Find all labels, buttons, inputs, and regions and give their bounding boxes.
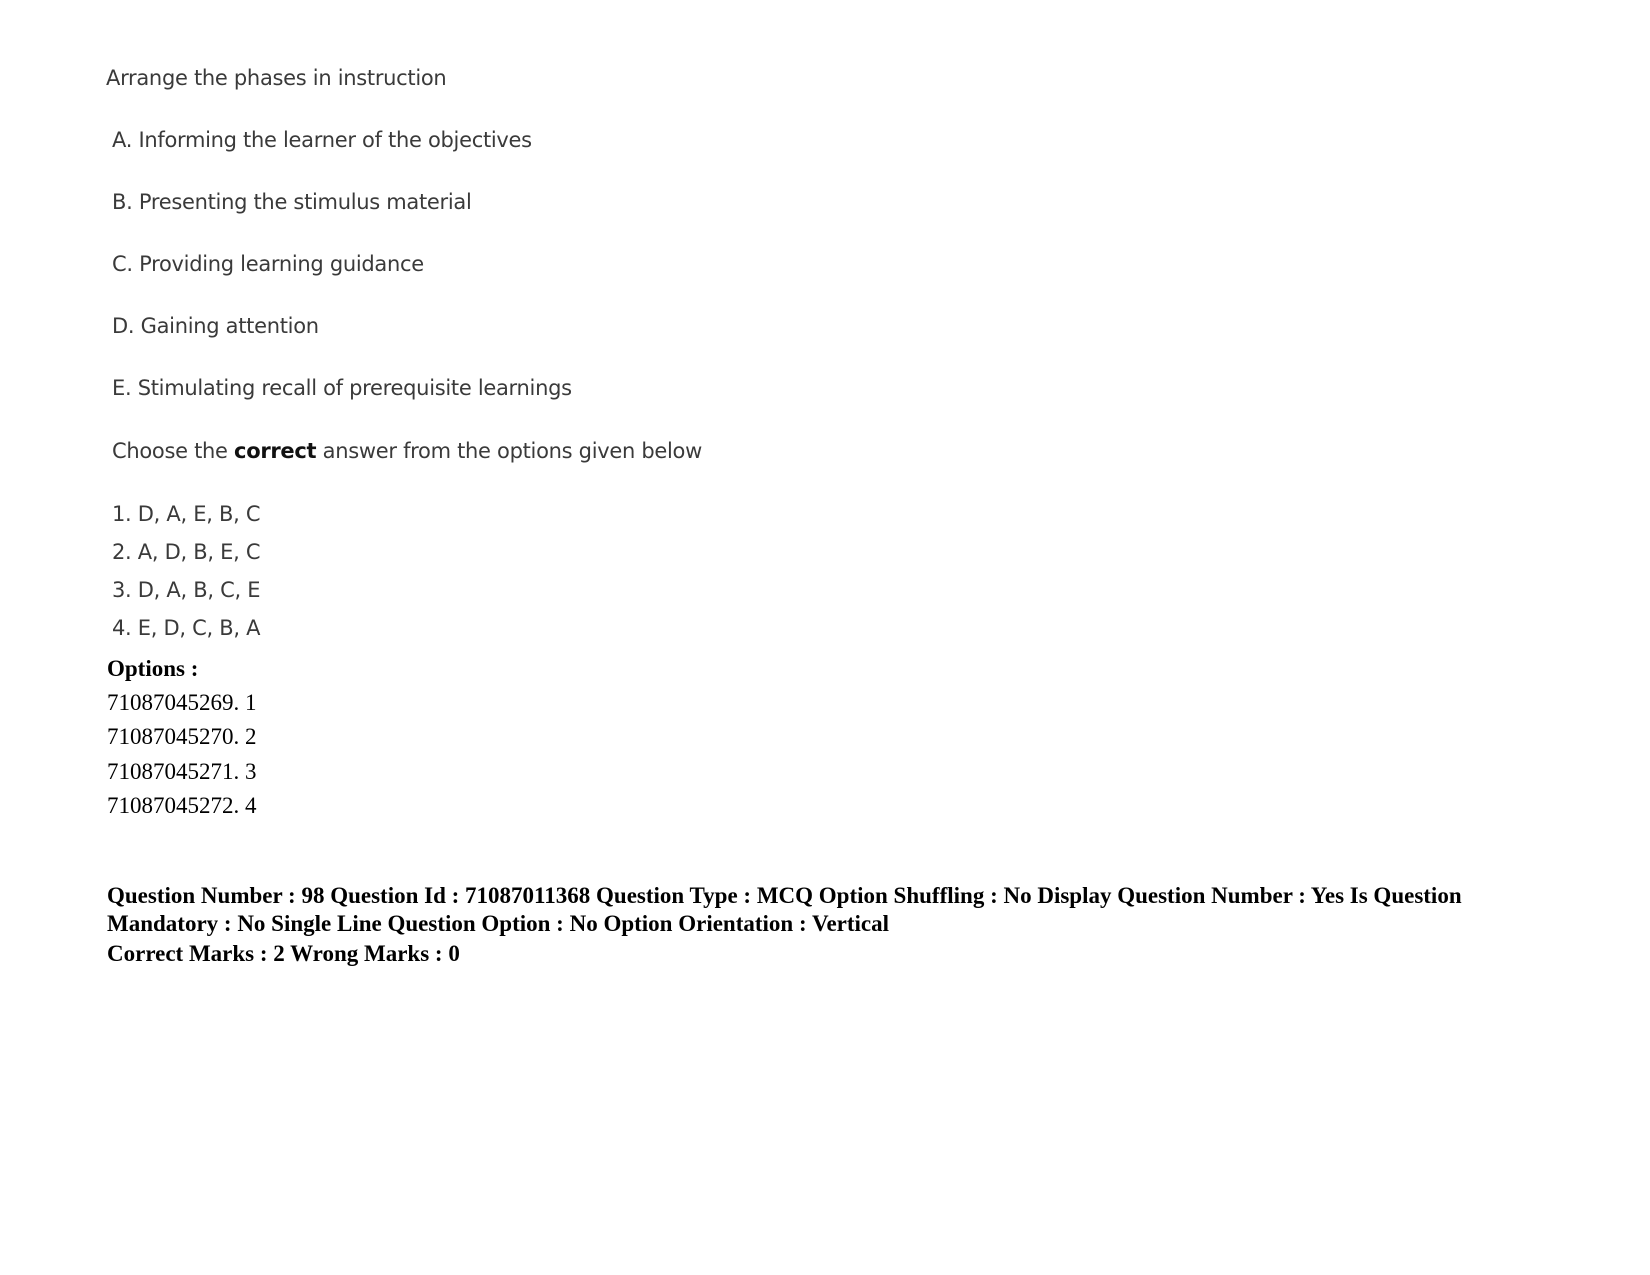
option-item: 71087045272. 4 bbox=[107, 793, 257, 818]
option-item: 71087045271. 3 bbox=[107, 759, 257, 784]
choice-3: 3. D, A, B, C, E bbox=[112, 578, 261, 602]
statement-b: B. Presenting the stimulus material bbox=[112, 190, 472, 214]
choice-1: 1. D, A, E, B, C bbox=[112, 502, 261, 526]
options-heading: Options : bbox=[107, 656, 199, 681]
marks-info: Correct Marks : 2 Wrong Marks : 0 bbox=[107, 941, 460, 966]
option-item: 71087045270. 2 bbox=[107, 724, 257, 749]
statement-e: E. Stimulating recall of prerequisite le… bbox=[112, 376, 572, 400]
choice-2: 2. A, D, B, E, C bbox=[112, 540, 261, 564]
choice-4: 4. E, D, C, B, A bbox=[112, 616, 261, 640]
answer-instruction: Choose the correct answer from the optio… bbox=[112, 439, 702, 463]
statement-d: D. Gaining attention bbox=[112, 314, 319, 338]
question-prompt: Arrange the phases in instruction bbox=[106, 66, 447, 90]
statement-c: C. Providing learning guidance bbox=[112, 252, 424, 276]
question-metadata: Question Number : 98 Question Id : 71087… bbox=[107, 883, 1462, 936]
statement-a: A. Informing the learner of the objectiv… bbox=[112, 128, 532, 152]
instruction-prefix: Choose the bbox=[112, 439, 235, 463]
instruction-emphasis: correct bbox=[234, 439, 317, 463]
instruction-suffix: answer from the options given below bbox=[316, 439, 703, 463]
option-item: 71087045269. 1 bbox=[107, 690, 257, 715]
